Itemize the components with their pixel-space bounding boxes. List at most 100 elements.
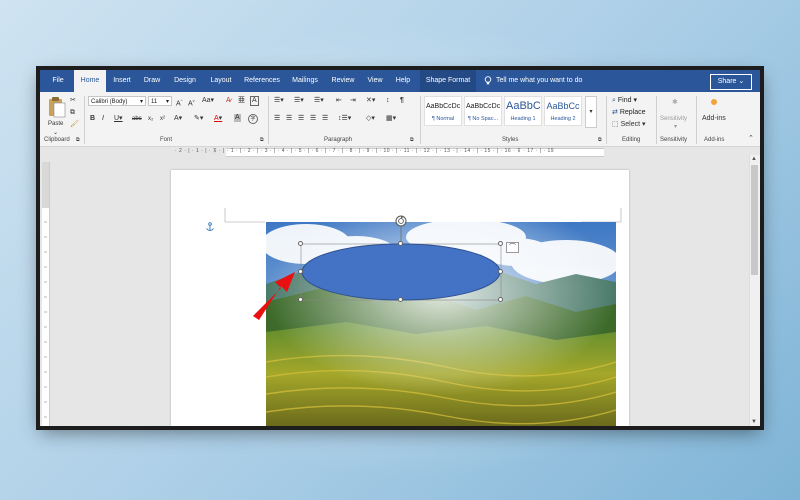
tab-view[interactable]: View	[362, 70, 388, 92]
scroll-thumb[interactable]	[751, 165, 758, 275]
font-name-box[interactable]: Calibri (Body) ▾	[88, 96, 146, 106]
resize-handle-bottom-left[interactable]	[298, 297, 303, 302]
vertical-ruler	[42, 162, 50, 426]
select-button[interactable]: ⬚ Select ▾	[612, 120, 646, 130]
tab-file[interactable]: File	[44, 70, 72, 92]
text-effects-icon[interactable]: A▾	[174, 114, 182, 124]
align-right-icon[interactable]: ☰	[298, 114, 304, 124]
enclose-characters-icon[interactable]: 字	[248, 114, 258, 124]
style-no-spacing[interactable]: AaBbCcDc ¶ No Spac...	[464, 96, 502, 126]
tab-layout[interactable]: Layout	[204, 70, 238, 92]
numbering-icon[interactable]: ☰▾	[294, 96, 304, 106]
chevron-down-icon: ▾	[165, 99, 169, 105]
decrease-indent-icon[interactable]: ⇤	[336, 96, 342, 106]
replace-button[interactable]: ⇄ Replace	[612, 108, 646, 118]
align-center-icon[interactable]: ☰	[286, 114, 292, 124]
align-left-icon[interactable]: ☰	[274, 114, 280, 124]
collapse-ribbon-icon[interactable]: ⌃	[748, 134, 754, 144]
sort-icon[interactable]: ✕▾	[366, 96, 375, 106]
tab-shape-format[interactable]: Shape Format	[420, 70, 476, 92]
grow-font-icon[interactable]: A^	[176, 96, 183, 109]
vertical-ruler-ticks	[42, 162, 49, 418]
dialog-launcher-icon[interactable]: ⧉	[260, 135, 264, 145]
tab-references[interactable]: References	[240, 70, 284, 92]
styles-more-icon[interactable]: ▾	[585, 96, 597, 128]
distributed-icon[interactable]: ☰	[322, 114, 328, 124]
style-sample: AaBbCcDc	[426, 103, 460, 110]
resize-handle-bottom-right[interactable]	[498, 297, 503, 302]
borders-icon[interactable]: ▦▾	[386, 114, 396, 124]
scroll-up-icon[interactable]: ▲	[751, 156, 757, 162]
phonetic-guide-icon[interactable]: 亜	[238, 96, 245, 106]
dialog-launcher-icon[interactable]: ⧉	[76, 135, 80, 145]
style-normal[interactable]: AaBbCcDc ¶ Normal	[424, 96, 462, 126]
cut-icon[interactable]: ✂	[70, 96, 76, 106]
font-color-icon[interactable]: A▾	[214, 114, 222, 124]
tab-review[interactable]: Review	[326, 70, 360, 92]
multilevel-list-icon[interactable]: ☰▾	[314, 96, 324, 106]
resize-handle-top-left[interactable]	[298, 241, 303, 246]
shrink-font-icon[interactable]: Av	[188, 96, 195, 109]
subscript-icon[interactable]: x₂	[148, 114, 153, 124]
ruler-marks: · 2 · | · 1 · | · ⊼ · | · 1 · | · 2 · | …	[175, 148, 555, 154]
scroll-down-icon[interactable]: ▼	[751, 419, 757, 425]
resize-handle-right[interactable]	[498, 269, 503, 274]
tab-insert[interactable]: Insert	[108, 70, 136, 92]
bullets-icon[interactable]: ☰▾	[274, 96, 284, 106]
tab-design[interactable]: Design	[168, 70, 202, 92]
rotate-handle-icon[interactable]	[395, 215, 407, 227]
sort-az-icon[interactable]: ↕	[386, 96, 390, 106]
show-formatting-icon[interactable]: ¶	[400, 96, 404, 106]
superscript-icon[interactable]: x²	[160, 114, 165, 124]
tell-me-text: Tell me what you want to do	[496, 77, 583, 84]
tab-mailings[interactable]: Mailings	[286, 70, 324, 92]
change-case-icon[interactable]: Aa▾	[202, 96, 214, 106]
tell-me-box[interactable]: Tell me what you want to do	[484, 70, 582, 92]
paste-icon[interactable]	[48, 96, 66, 118]
style-name: Heading 2	[550, 116, 576, 122]
font-group-label: Font	[160, 137, 173, 143]
replace-icon: ⇄	[612, 109, 618, 116]
editing-group-label: Editing	[622, 137, 641, 143]
resize-handle-left[interactable]	[298, 269, 303, 274]
sensitivity-icon[interactable]: ✱	[672, 98, 678, 108]
italic-icon[interactable]: I	[102, 114, 104, 124]
share-button[interactable]: Share ⌄	[710, 74, 752, 90]
underline-icon[interactable]: U▾	[114, 114, 123, 124]
clipboard-group-label: Clipboard	[44, 137, 70, 143]
add-ins-label[interactable]: Add-ins	[702, 114, 726, 124]
shading-icon[interactable]: ◇▾	[366, 114, 375, 124]
add-ins-icon[interactable]	[711, 99, 717, 105]
clear-formatting-icon[interactable]: A̷	[226, 96, 231, 106]
resize-handle-top-right[interactable]	[498, 241, 503, 246]
document-page[interactable]: ⌒	[171, 170, 629, 426]
chevron-down-icon[interactable]: ▾	[674, 122, 677, 132]
red-arrow-icon	[253, 272, 295, 320]
tab-draw[interactable]: Draw	[138, 70, 166, 92]
layout-options-icon[interactable]: ⌒	[506, 242, 519, 253]
tab-home[interactable]: Home	[74, 70, 106, 92]
resize-handle-top[interactable]	[398, 241, 403, 246]
increase-indent-icon[interactable]: ⇥	[350, 96, 356, 106]
anchor-icon[interactable]	[205, 222, 215, 232]
lightbulb-icon	[484, 75, 492, 84]
bold-icon[interactable]: B	[90, 114, 95, 124]
tab-help[interactable]: Help	[390, 70, 416, 92]
dialog-launcher-icon[interactable]: ⧉	[598, 135, 602, 145]
format-painter-icon[interactable]: 🖌	[70, 120, 79, 130]
find-button[interactable]: ⌕ Find ▾	[612, 96, 637, 106]
highlight-icon[interactable]: ✎▾	[194, 114, 203, 124]
style-heading-2[interactable]: AaBbCc Heading 2	[544, 96, 582, 126]
line-spacing-icon[interactable]: ↕☰▾	[338, 114, 351, 124]
separator	[656, 96, 657, 144]
style-heading-1[interactable]: AaBbC Heading 1	[504, 96, 542, 126]
dialog-launcher-icon[interactable]: ⧉	[410, 135, 414, 145]
vertical-scrollbar[interactable]: ▲ ▼	[749, 155, 760, 426]
copy-icon[interactable]: ⧉	[70, 108, 75, 118]
strikethrough-icon[interactable]: abc	[132, 114, 142, 124]
character-border-icon[interactable]: A	[250, 96, 259, 106]
character-shading-icon[interactable]: A	[234, 114, 241, 122]
resize-handle-bottom[interactable]	[398, 297, 403, 302]
font-size-box[interactable]: 11 ▾	[148, 96, 172, 106]
justify-icon[interactable]: ☰	[310, 114, 316, 124]
